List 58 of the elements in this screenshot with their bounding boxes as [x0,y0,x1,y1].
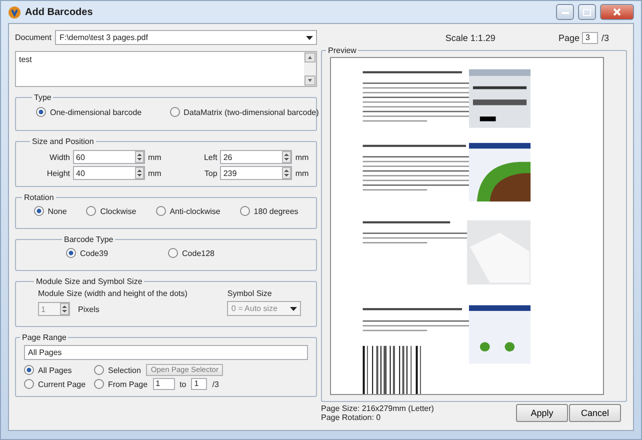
page-total-label: /3 [601,33,609,43]
window-title: Add Barcodes [25,6,94,18]
app-logo-icon [8,6,21,18]
maximize-button[interactable] [578,4,596,20]
field-label: Top [203,168,218,178]
dialog-button[interactable]: Apply [516,404,568,422]
radio-option[interactable]: Clockwise [86,206,136,216]
from-page-field[interactable]: 1 [152,378,175,390]
field-label: Document [15,33,52,42]
group-title: Size and Position [31,137,95,146]
unit-label: mm [295,168,309,178]
close-button[interactable] [600,4,634,20]
unit-label: mm [295,152,309,162]
radio-option[interactable]: From Page [94,379,148,389]
page-range-field[interactable]: All Pages [24,345,308,360]
field-label: Left [202,152,218,162]
dialog-button[interactable]: Cancel [569,404,621,422]
page-number-field[interactable]: 3 [582,32,598,44]
radio-option[interactable]: DataMatrix (two-dimensional barcode) [170,107,319,117]
unit-label: Pixels [78,304,100,314]
radio-option[interactable]: Code128 [168,248,215,258]
page-total-label: /3 [212,380,219,388]
spinner-arrows-icon[interactable] [282,151,292,163]
group-title: Rotation [23,193,55,202]
group-title: Page Range [21,333,68,342]
radio-option[interactable]: Code39 [66,248,108,258]
page-label: Page [558,33,580,43]
unit-label: mm [148,168,162,178]
close-icon [613,8,621,16]
scale-label: Scale 1:1.29 [445,33,496,43]
field-label: Height [46,168,70,178]
document-dropdown[interactable]: F:\demo\test 3 pages.pdf [55,30,317,45]
maximize-icon [583,8,591,16]
dropdown-caret-icon[interactable] [290,306,298,310]
radio-option[interactable]: Anti-clockwise [156,206,220,216]
dropdown-caret-icon[interactable] [306,36,313,40]
group-title: Type [33,93,52,102]
field-label: Symbol Size [227,289,273,298]
spinner-arrows-icon[interactable] [135,151,144,163]
field-label: Module Size (width and height of the dots) [38,289,188,298]
radio-option[interactable]: Selection [94,365,141,375]
group-title: Preview [327,46,358,55]
radio-option[interactable]: All Pages [24,365,72,375]
page-rotation-text: Page Rotation: 0 [321,413,382,422]
group-title: Module Size and Symbol Size [35,277,144,286]
spinner-arrows-icon[interactable] [135,167,144,179]
radio-option[interactable]: Current Page [24,379,86,389]
field-label: Width [48,152,70,162]
radio-option[interactable]: None [34,206,67,216]
group-title: Barcode Type [63,235,114,244]
to-page-field[interactable]: 1 [191,378,208,390]
unit-label: mm [148,152,162,162]
radio-option[interactable]: 180 degrees [240,206,298,216]
page-size-text: Page Size: 216x279mm (Letter) [321,404,434,413]
spinner-arrows-icon[interactable] [282,167,292,179]
to-label: to [180,380,186,388]
radio-option[interactable]: One-dimensional barcode [36,107,142,117]
minimize-button[interactable] [556,4,574,20]
